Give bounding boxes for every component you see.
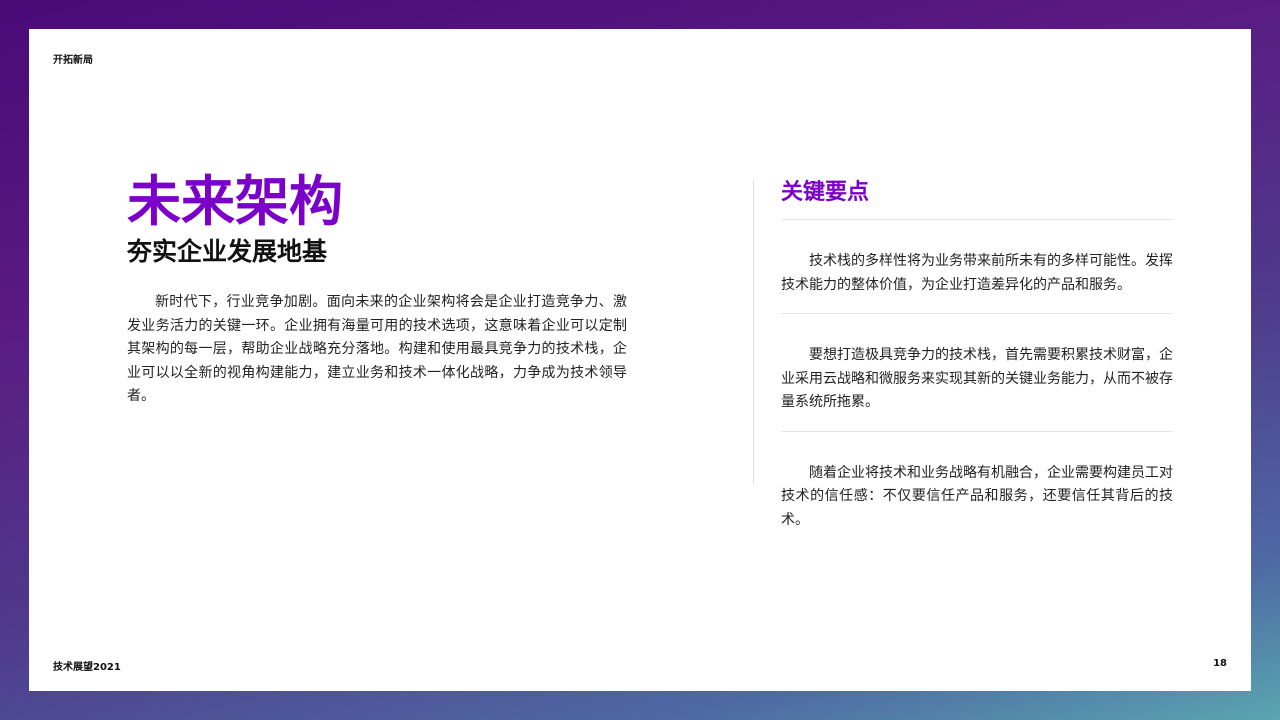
column-divider — [753, 179, 754, 485]
page-title: 未来架构 — [127, 170, 343, 233]
key-points-title: 关键要点 — [781, 173, 1173, 220]
publication-label: 技术展望2021 — [53, 662, 121, 673]
intro-paragraph: 新时代下，行业竞争加剧。面向未来的企业架构将会是企业打造竞争力、激发业务活力的关… — [127, 294, 627, 404]
intro-column: 未来架构 夯实企业发展地基 新时代下，行业竞争加剧。面向未来的企业架构将会是企业… — [127, 169, 627, 423]
page-number: 18 — [1213, 658, 1227, 669]
key-point-item: 技术栈的多样性将为业务带来前所未有的多样可能性。发挥技术能力的整体价值，为企业打… — [781, 234, 1173, 314]
key-point-item: 随着企业将技术和业务战略有机融合，企业需要构建员工对技术的信任感：不仅要信任产品… — [781, 464, 1173, 528]
key-points-panel: 关键要点 技术栈的多样性将为业务带来前所未有的多样可能性。发挥技术能力的整体价值… — [781, 173, 1173, 562]
section-label: 开拓新局 — [53, 55, 93, 66]
page-subtitle: 夯实企业发展地基 — [127, 237, 328, 266]
key-point-item: 要想打造极具竞争力的技术栈，首先需要积累技术财富，企业采用云战略和微服务来实现其… — [781, 328, 1173, 432]
document-page: 开拓新局 未来架构 夯实企业发展地基 新时代下，行业竞争加剧。面向未来的企业架构… — [29, 29, 1251, 691]
